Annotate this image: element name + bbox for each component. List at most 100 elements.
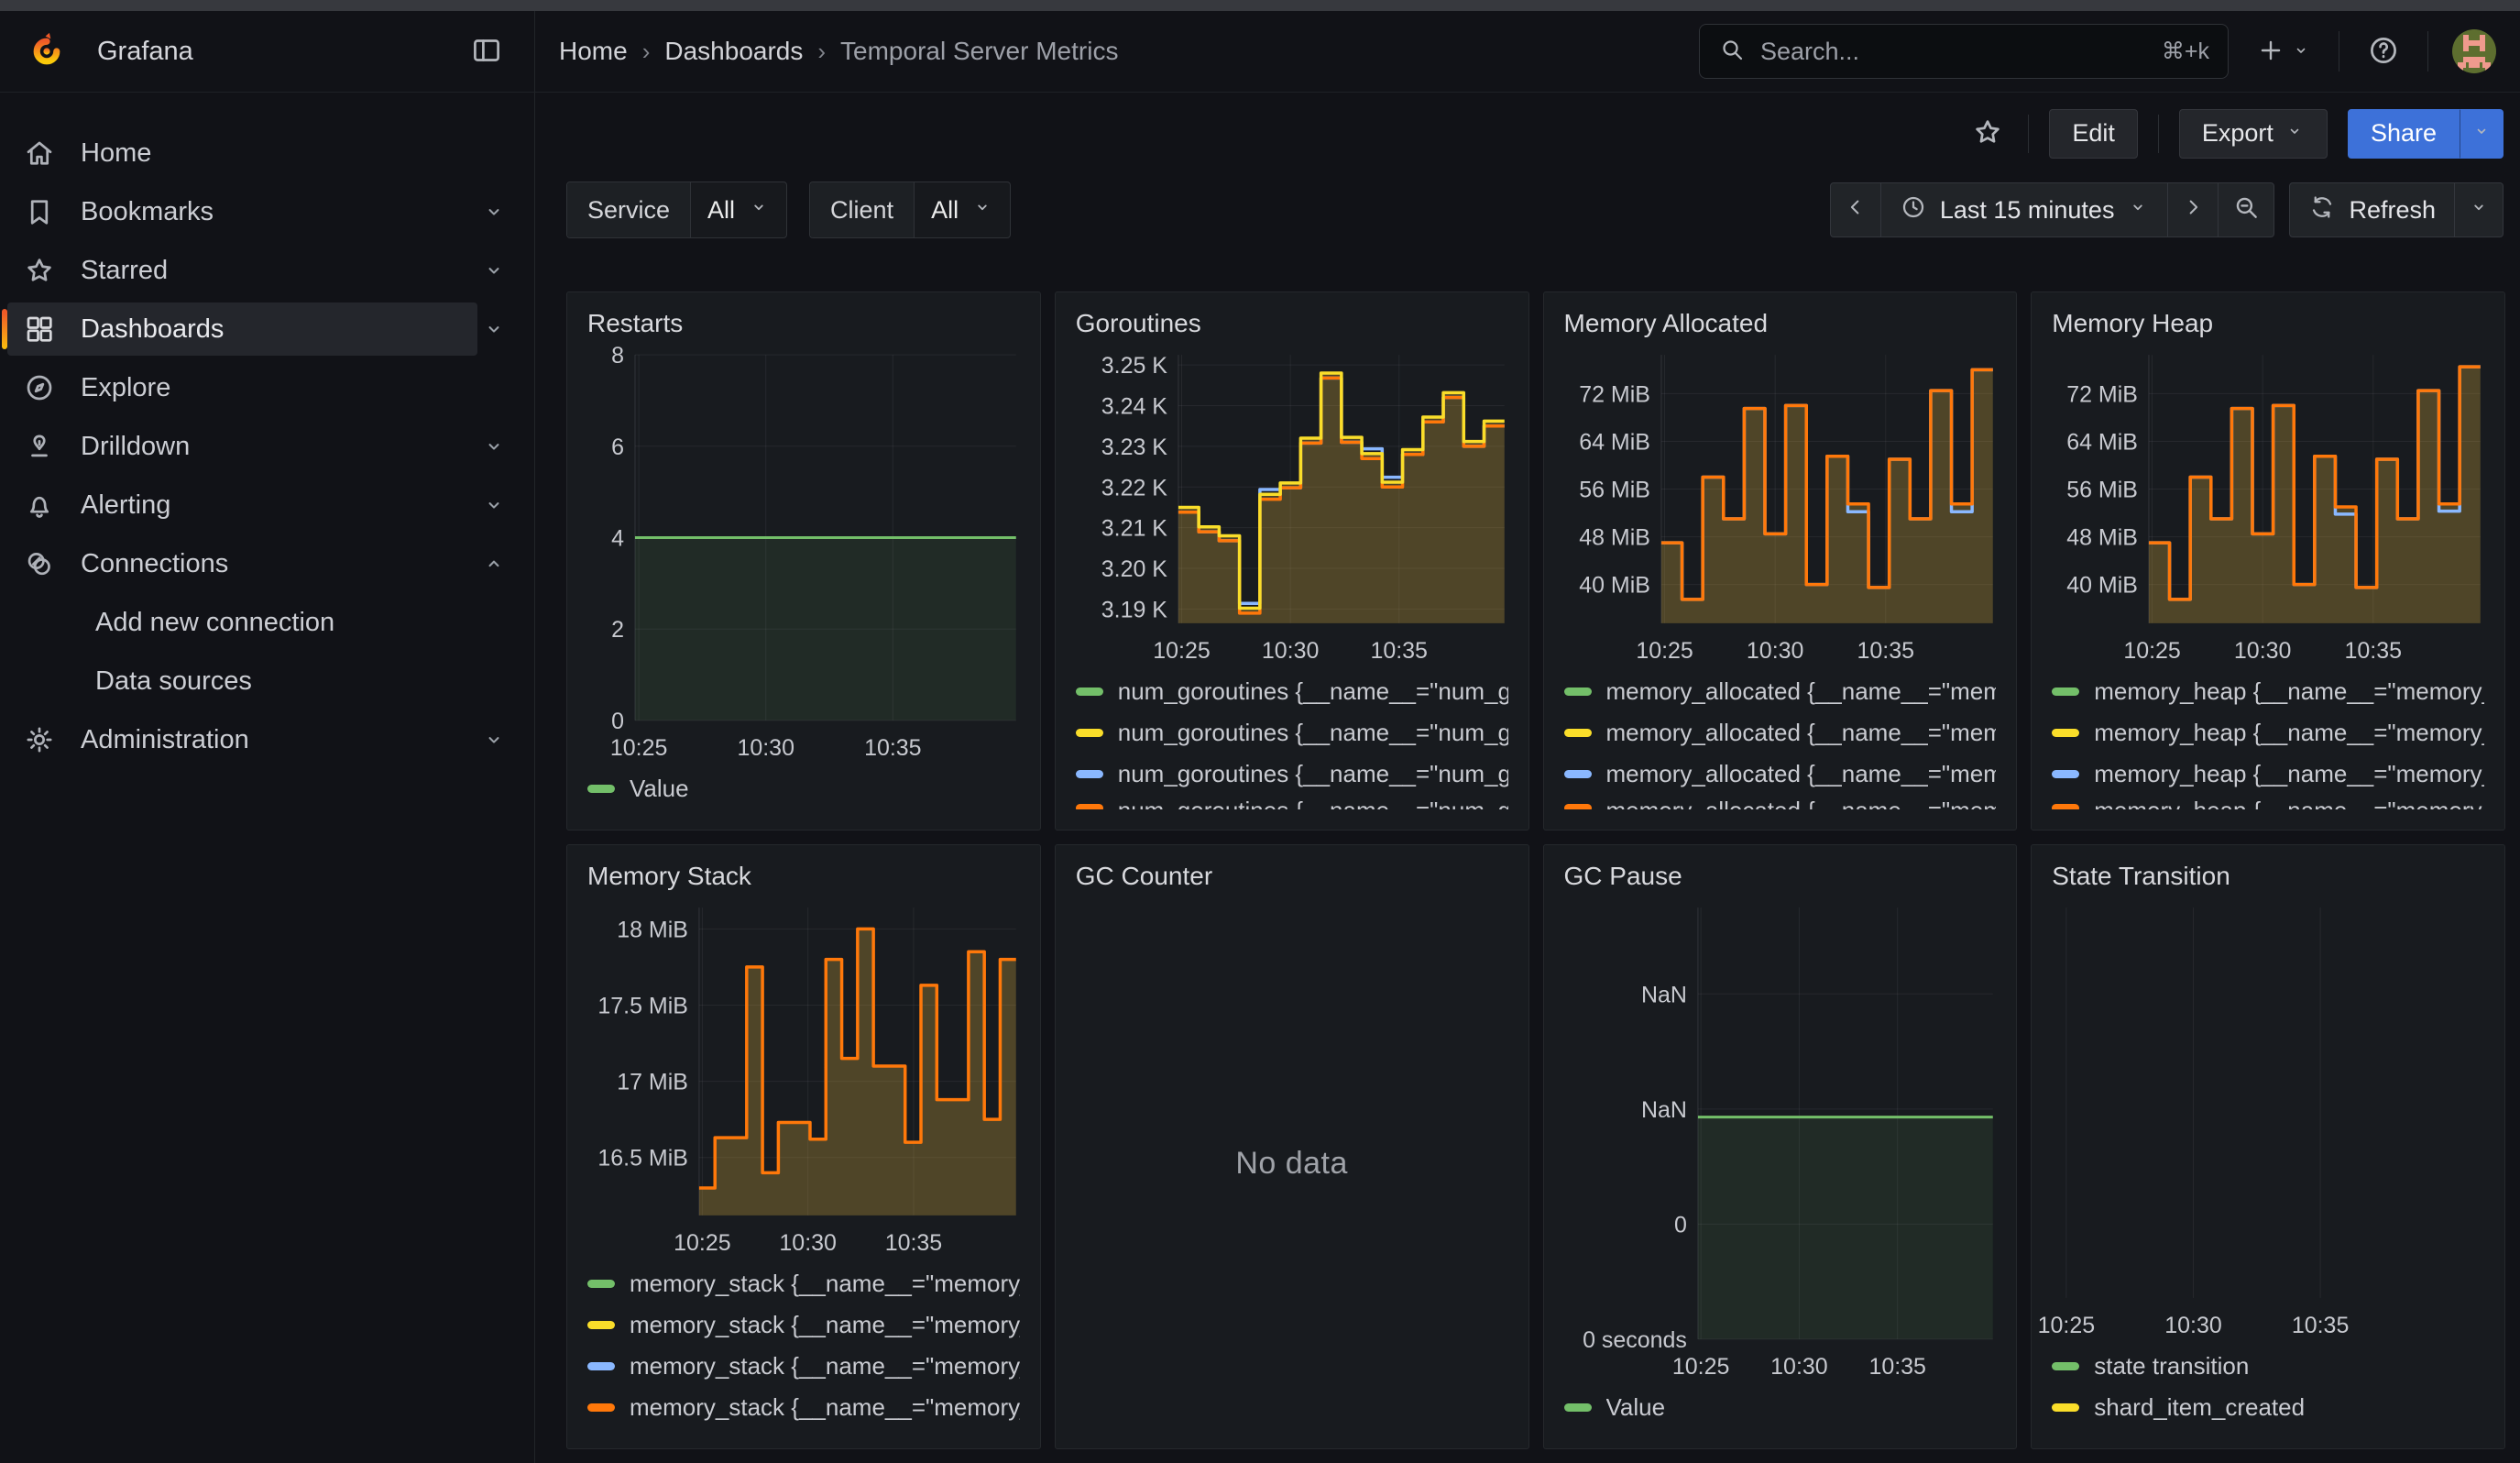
panel-title[interactable]: Memory Allocated — [1559, 305, 2002, 338]
panel-title[interactable]: Restarts — [582, 305, 1025, 338]
sidebar-item-add-new-connection[interactable]: Add new connection — [0, 593, 534, 652]
chevron-down-icon — [2127, 196, 2149, 225]
legend-label: memory_stack {__name__="memory_s — [630, 1311, 1020, 1339]
chart-goroutines[interactable]: 3.25 K3.24 K3.23 K3.22 K3.21 K3.20 K3.19… — [1070, 344, 1514, 667]
legend-item[interactable]: memory_stack {__name__="memory_s — [587, 1304, 1020, 1346]
chevron-down-icon[interactable] — [477, 254, 510, 287]
legend-item[interactable]: num_goroutines {__name__="num_go — [1076, 754, 1508, 795]
breadcrumb-item[interactable]: Home — [559, 37, 628, 66]
refresh-label: Refresh — [2349, 196, 2436, 225]
svg-text:3.24 K: 3.24 K — [1101, 394, 1168, 420]
client-filter-select[interactable]: All — [915, 182, 1010, 237]
refresh-button[interactable]: Refresh — [2289, 182, 2455, 237]
legend-item[interactable]: memory_allocated {__name__="memo — [1564, 712, 1997, 754]
svg-text:17 MiB: 17 MiB — [617, 1070, 688, 1095]
svg-text:64 MiB: 64 MiB — [2066, 429, 2138, 455]
chart-state_transition[interactable]: 10:2510:3010:35 — [2046, 896, 2490, 1342]
chevron-down-icon[interactable] — [477, 489, 510, 522]
chevron-down-icon[interactable] — [477, 195, 510, 228]
svg-text:10:25: 10:25 — [1671, 1354, 1728, 1380]
sidebar-item-explore[interactable]: Explore — [0, 358, 534, 417]
legend-item[interactable]: memory_stack {__name__="memory_s — [587, 1263, 1020, 1304]
legend-label: num_goroutines {__name__="num_go — [1118, 760, 1508, 788]
share-button[interactable]: Share — [2348, 109, 2460, 159]
legend-item[interactable]: memory_heap {__name__="memory_h — [2052, 754, 2484, 795]
refresh-interval-button[interactable] — [2454, 182, 2504, 237]
sidebar-item-label: Bookmarks — [81, 197, 214, 227]
sidebar-item-bookmarks[interactable]: Bookmarks — [0, 182, 534, 241]
chart-memory_stack[interactable]: 18 MiB17.5 MiB17 MiB16.5 MiB10:2510:3010… — [582, 896, 1025, 1260]
panel-title[interactable]: Memory Heap — [2046, 305, 2490, 338]
export-button[interactable]: Export — [2179, 109, 2328, 159]
chart-gc_pause[interactable]: NaNNaN00 seconds10:2510:3010:35 — [1559, 896, 2002, 1383]
sidebar-item-home[interactable]: Home — [0, 124, 534, 182]
panel-title[interactable]: Memory Stack — [582, 858, 1025, 891]
export-label: Export — [2202, 119, 2273, 148]
legend-item[interactable]: state transition — [2052, 1346, 2484, 1387]
legend-item[interactable]: Value — [587, 768, 1020, 809]
legend-item[interactable]: num_goroutines {__name__="num_go — [1076, 795, 1508, 809]
legend-item[interactable]: memory_stack {__name__="memory_s — [587, 1346, 1020, 1387]
sidebar-item-administration[interactable]: Administration — [0, 710, 534, 769]
zoom-out-button[interactable] — [2218, 182, 2274, 237]
sidebar-item-starred[interactable]: Starred — [0, 241, 534, 300]
breadcrumb-item[interactable]: Dashboards — [664, 37, 803, 66]
service-filter-select[interactable]: All — [691, 182, 786, 237]
search-input[interactable]: Search... ⌘+k — [1699, 24, 2229, 79]
legend-item[interactable]: memory_heap {__name__="memory_h — [2052, 712, 2484, 754]
legend-item[interactable]: Value — [1564, 1387, 1997, 1428]
panel-legend: num_goroutines {__name__="num_gonum_goro… — [1070, 667, 1514, 817]
sidebar-item-connections[interactable]: Connections — [0, 534, 534, 593]
svg-text:NaN: NaN — [1640, 982, 1686, 1007]
svg-text:8: 8 — [611, 343, 624, 368]
svg-text:10:35: 10:35 — [2345, 638, 2402, 664]
svg-text:40 MiB: 40 MiB — [2066, 573, 2138, 599]
chevron-down-icon[interactable] — [477, 723, 510, 756]
panel-title[interactable]: Goroutines — [1070, 305, 1514, 338]
legend-item[interactable]: memory_allocated {__name__="memo — [1564, 754, 1997, 795]
chart-restarts[interactable]: 8642010:2510:3010:35 — [582, 344, 1025, 764]
chevron-down-icon[interactable] — [477, 313, 510, 346]
svg-text:6: 6 — [611, 434, 624, 460]
svg-text:18 MiB: 18 MiB — [617, 917, 688, 942]
sidebar-item-alerting[interactable]: Alerting — [0, 476, 534, 534]
help-button[interactable] — [2363, 30, 2404, 73]
panel-title[interactable]: State Transition — [2046, 858, 2490, 891]
grafana-logo-icon[interactable] — [26, 30, 68, 72]
avatar[interactable] — [2452, 29, 2496, 73]
svg-text:10:30: 10:30 — [737, 735, 794, 761]
chart-memory_allocated[interactable]: 72 MiB64 MiB56 MiB48 MiB40 MiB10:2510:30… — [1559, 344, 2002, 667]
time-back-button[interactable] — [1830, 182, 1881, 237]
edit-button[interactable]: Edit — [2049, 109, 2138, 159]
app-title: Grafana — [97, 37, 193, 67]
legend-label: memory_allocated {__name__="memo — [1606, 797, 1997, 809]
legend-item[interactable]: num_goroutines {__name__="num_go — [1076, 671, 1508, 712]
time-range-picker[interactable]: Last 15 minutes — [1880, 182, 2169, 237]
sidebar-item-data-sources[interactable]: Data sources — [0, 652, 534, 710]
legend-label: memory_stack {__name__="memory_s — [630, 1393, 1020, 1422]
legend-item[interactable]: memory_stack {__name__="memory_s — [587, 1387, 1020, 1428]
svg-text:10:25: 10:25 — [2038, 1313, 2095, 1338]
panel-title[interactable]: GC Pause — [1559, 858, 2002, 891]
star-dashboard-button[interactable] — [1967, 112, 2008, 155]
legend-item[interactable]: memory_allocated {__name__="memo — [1564, 671, 1997, 712]
panel-legend: memory_stack {__name__="memory_s memory_s… — [582, 1260, 1025, 1436]
add-button[interactable] — [2252, 32, 2315, 72]
sidebar-toggle-icon[interactable] — [465, 28, 509, 75]
panel-legend: state transitionshard_item_created — [2046, 1342, 2490, 1436]
panel-title[interactable]: GC Counter — [1070, 858, 1514, 891]
share-menu-button[interactable] — [2460, 109, 2504, 159]
legend-item[interactable]: num_goroutines {__name__="num_go — [1076, 712, 1508, 754]
svg-text:3.22 K: 3.22 K — [1101, 475, 1168, 500]
divider — [2158, 115, 2159, 153]
sidebar-item-dashboards[interactable]: Dashboards — [0, 300, 534, 358]
chevron-down-icon[interactable] — [477, 430, 510, 463]
time-forward-button[interactable] — [2167, 182, 2219, 237]
legend-item[interactable]: memory_heap {__name__="memory_h — [2052, 795, 2484, 809]
sidebar-item-drilldown[interactable]: Drilldown — [0, 417, 534, 476]
chevron-up-icon[interactable] — [477, 547, 510, 580]
legend-item[interactable]: memory_allocated {__name__="memo — [1564, 795, 1997, 809]
legend-item[interactable]: memory_heap {__name__="memory_h — [2052, 671, 2484, 712]
legend-item[interactable]: shard_item_created — [2052, 1387, 2484, 1428]
chart-memory_heap[interactable]: 72 MiB64 MiB56 MiB48 MiB40 MiB10:2510:30… — [2046, 344, 2490, 667]
